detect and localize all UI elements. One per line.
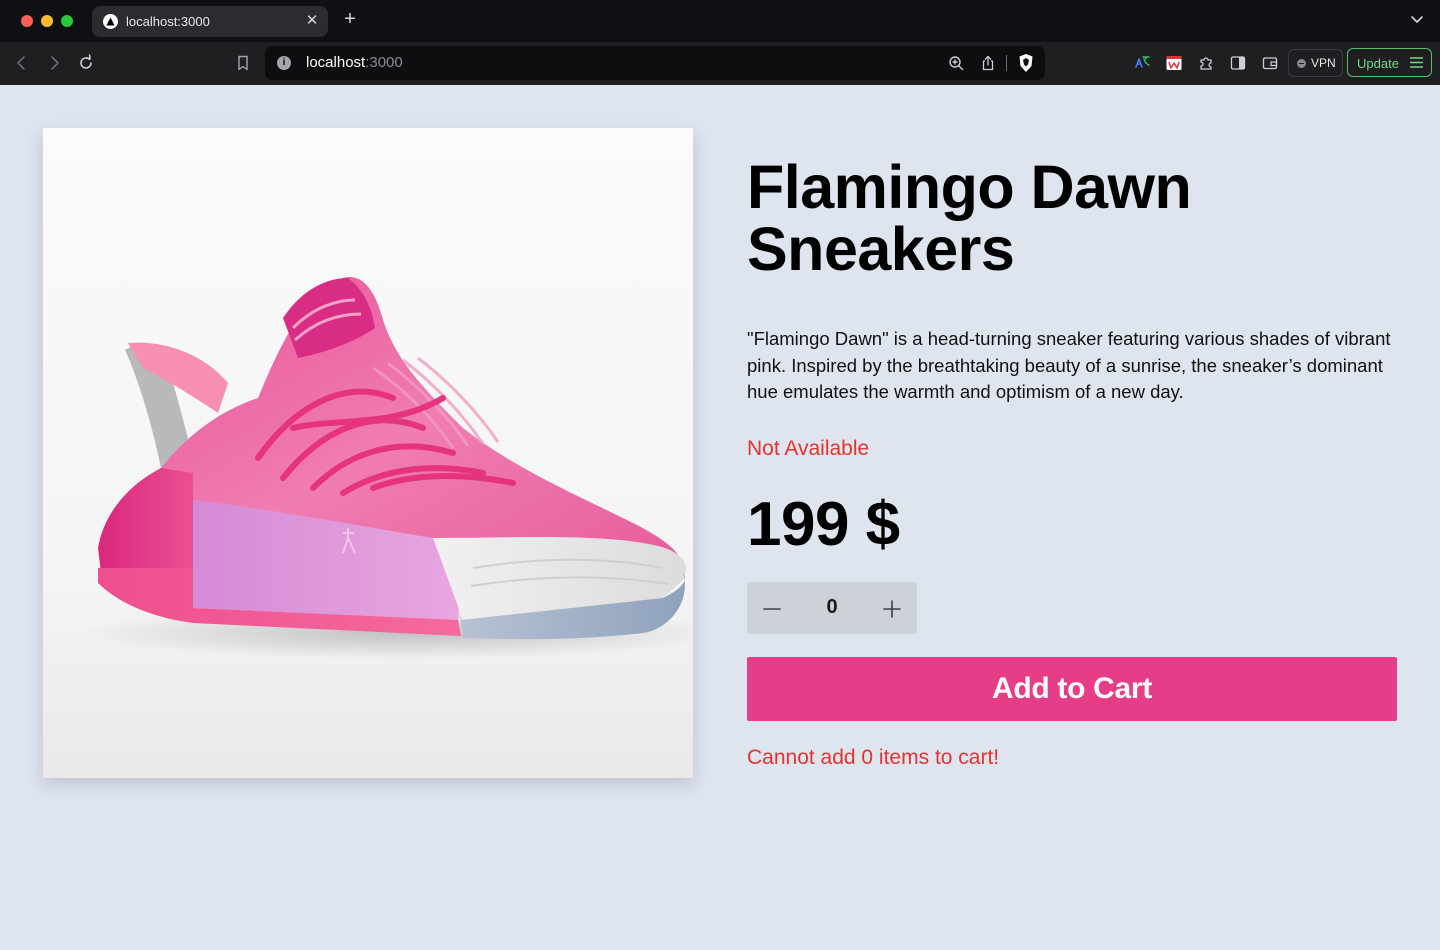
share-icon[interactable] xyxy=(980,55,996,71)
browser-toolbar: i localhost:3000 VPN Update xyxy=(0,42,1440,85)
chevron-right-icon[interactable] xyxy=(45,54,63,72)
url-text: localhost:3000 xyxy=(306,54,403,71)
product-title: Flamingo Dawn Sneakers xyxy=(747,153,1192,283)
site-favicon-icon xyxy=(103,14,118,29)
window-close-button[interactable] xyxy=(21,15,33,27)
extensions-puzzle-icon[interactable] xyxy=(1197,54,1215,72)
product-price: 199 $ xyxy=(747,490,900,559)
vpn-label: VPN xyxy=(1311,56,1336,70)
chevron-left-icon[interactable] xyxy=(13,54,31,72)
product-image xyxy=(43,128,693,778)
zoom-icon[interactable] xyxy=(948,55,964,71)
update-button[interactable]: Update xyxy=(1347,48,1432,77)
vpn-status-icon xyxy=(1297,59,1306,68)
web-extension-icon[interactable] xyxy=(1165,54,1183,72)
sneaker-illustration xyxy=(43,128,693,778)
quantity-value: 0 xyxy=(826,596,838,618)
brave-shield-icon[interactable] xyxy=(1017,53,1035,73)
wallet-icon[interactable] xyxy=(1261,54,1279,72)
site-info-icon[interactable]: i xyxy=(277,56,291,70)
translate-extension-icon[interactable] xyxy=(1133,54,1151,72)
tab-title: localhost:3000 xyxy=(126,14,210,29)
bookmark-icon[interactable] xyxy=(234,54,252,72)
window-minimize-button[interactable] xyxy=(41,15,53,27)
update-label: Update xyxy=(1357,56,1399,71)
sidebar-toggle-icon[interactable] xyxy=(1229,54,1247,72)
product-details: Flamingo Dawn Sneakers "Flamingo Dawn" i… xyxy=(747,153,1397,769)
new-tab-icon[interactable]: + xyxy=(341,9,359,29)
cart-error-message: Cannot add 0 items to cart! xyxy=(747,746,1000,769)
availability-status: Not Available xyxy=(747,437,870,460)
reload-icon[interactable] xyxy=(77,54,95,72)
product-description: "Flamingo Dawn" is a head-turning sneake… xyxy=(747,328,1391,402)
minus-icon[interactable] xyxy=(757,593,787,623)
chevron-down-icon[interactable] xyxy=(1410,12,1424,26)
plus-icon[interactable] xyxy=(877,593,907,623)
window-maximize-button[interactable] xyxy=(61,15,73,27)
hamburger-menu-icon xyxy=(1410,57,1423,68)
browser-tab-active[interactable]: localhost:3000 ✕ xyxy=(92,6,328,37)
vpn-button[interactable]: VPN xyxy=(1288,49,1343,77)
quantity-stepper: 0 xyxy=(747,582,917,634)
address-bar[interactable]: i localhost:3000 xyxy=(265,46,1045,80)
add-to-cart-button[interactable]: Add to Cart xyxy=(747,657,1397,721)
tab-close-icon[interactable]: ✕ xyxy=(304,13,320,29)
browser-tab-bar: localhost:3000 ✕ + xyxy=(0,0,1440,42)
address-bar-divider xyxy=(1006,55,1007,71)
